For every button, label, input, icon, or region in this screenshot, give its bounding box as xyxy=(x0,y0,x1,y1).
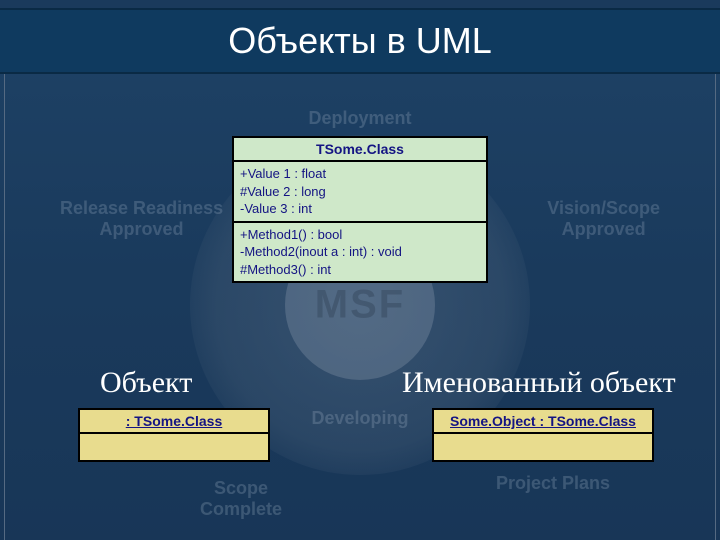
label-named-object: Именованный объект xyxy=(402,366,676,400)
uml-object-name: : TSome.Class xyxy=(80,410,268,434)
bg-msf-label: MSF xyxy=(315,283,405,328)
uml-attribute: #Value 2 : long xyxy=(240,183,480,201)
watermark-vision: Vision/ScopeApproved xyxy=(547,198,660,240)
uml-class-attributes: +Value 1 : float #Value 2 : long -Value … xyxy=(234,162,486,223)
uml-operation: #Method3() : int xyxy=(240,261,480,279)
watermark-release: Release ReadinessApproved xyxy=(60,198,223,240)
uml-object-anonymous: : TSome.Class xyxy=(78,408,270,462)
uml-object-body xyxy=(80,434,268,460)
uml-object-body xyxy=(434,434,652,460)
watermark-scope: ScopeComplete xyxy=(200,478,282,520)
watermark-project: Project Plans xyxy=(496,473,610,494)
uml-class-box: TSome.Class +Value 1 : float #Value 2 : … xyxy=(232,136,488,283)
uml-attribute: -Value 3 : int xyxy=(240,200,480,218)
uml-class-operations: +Method1() : bool -Method2(inout a : int… xyxy=(234,223,486,282)
watermark-deployment: Deployment xyxy=(308,108,411,129)
uml-operation: -Method2(inout a : int) : void xyxy=(240,243,480,261)
uml-operation: +Method1() : bool xyxy=(240,226,480,244)
title-bar: Объекты в UML xyxy=(0,8,720,74)
uml-object-name: Some.Object : TSome.Class xyxy=(434,410,652,434)
label-object: Объект xyxy=(100,366,192,400)
uml-object-named: Some.Object : TSome.Class xyxy=(432,408,654,462)
uml-attribute: +Value 1 : float xyxy=(240,165,480,183)
uml-class-name: TSome.Class xyxy=(234,138,486,162)
watermark-developing: Developing xyxy=(311,408,408,429)
slide-title: Объекты в UML xyxy=(0,20,720,62)
